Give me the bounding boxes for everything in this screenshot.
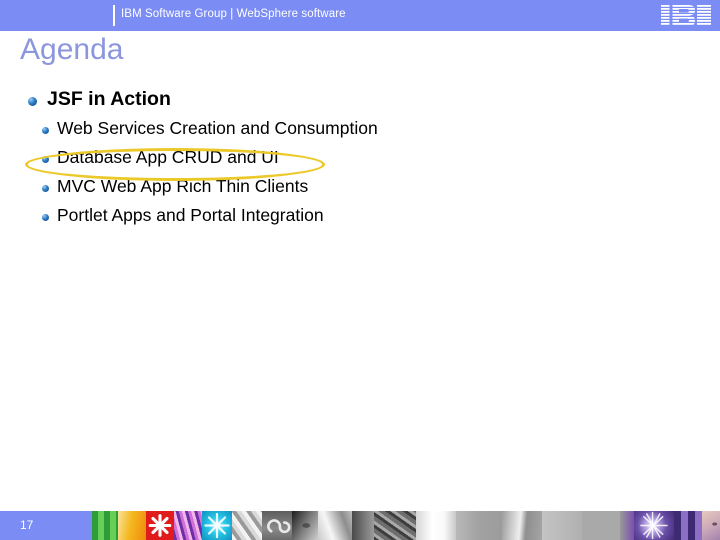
agenda-item: Web Services Creation and Consumption bbox=[0, 117, 720, 146]
gray-diagonal-stripes-tile bbox=[232, 511, 262, 540]
blue-sphere-bullet-icon bbox=[42, 185, 49, 192]
agenda-item-label: Database App CRUD and UI bbox=[57, 147, 279, 167]
gray-swirl-tile bbox=[262, 511, 292, 540]
agenda-item: Portlet Apps and Portal Integration bbox=[0, 204, 720, 233]
purple-starburst-tile bbox=[634, 511, 674, 540]
gray-curve-tile bbox=[318, 511, 352, 540]
ibm-logo bbox=[661, 5, 711, 26]
violet-edge-tile bbox=[620, 511, 634, 540]
page-title: Agenda bbox=[20, 33, 124, 66]
blue-sphere-bullet-icon bbox=[42, 214, 49, 221]
agenda-item: MVC Web App Rich Thin Clients bbox=[0, 175, 720, 204]
gray-fold-tile bbox=[502, 511, 542, 540]
woman-face-tile bbox=[702, 511, 720, 540]
blue-sphere-bullet-icon bbox=[28, 97, 37, 106]
white-bright-tile bbox=[416, 511, 456, 540]
face-closeup-tile bbox=[292, 511, 318, 540]
cyan-snowflake-tile bbox=[202, 511, 232, 540]
gray-crumple-tile bbox=[374, 511, 416, 540]
gray-plain-tile bbox=[582, 511, 620, 540]
page-number: 17 bbox=[20, 518, 34, 532]
orange-gradient-tile bbox=[118, 511, 146, 540]
agenda-item-label: MVC Web App Rich Thin Clients bbox=[57, 176, 309, 196]
slide-content: JSF in Action Web Services Creation and … bbox=[0, 88, 720, 233]
footer-bar: 17 bbox=[0, 511, 720, 540]
agenda-section-heading: JSF in Action bbox=[0, 88, 720, 117]
blue-sphere-bullet-icon bbox=[42, 127, 49, 134]
agenda-section-heading-label: JSF in Action bbox=[47, 88, 171, 110]
agenda-item-highlighted: Database App CRUD and UI bbox=[0, 146, 720, 175]
gray-dark-band-tile bbox=[352, 511, 374, 540]
purple-checker-tile bbox=[674, 511, 702, 540]
footer-image-strip bbox=[92, 511, 720, 540]
agenda-item-label: Portlet Apps and Portal Integration bbox=[57, 205, 324, 225]
magenta-texture-tile bbox=[174, 511, 202, 540]
gray-light-tile bbox=[542, 511, 582, 540]
green-checker-tile bbox=[92, 511, 118, 540]
red-star-tile bbox=[146, 511, 174, 540]
gray-soft-tile bbox=[456, 511, 502, 540]
agenda-item-label: Web Services Creation and Consumption bbox=[57, 118, 378, 138]
banner-divider bbox=[113, 5, 115, 26]
top-banner: IBM Software Group | WebSphere software bbox=[0, 0, 720, 31]
banner-title: IBM Software Group | WebSphere software bbox=[121, 8, 346, 20]
blue-sphere-bullet-icon bbox=[42, 156, 49, 163]
